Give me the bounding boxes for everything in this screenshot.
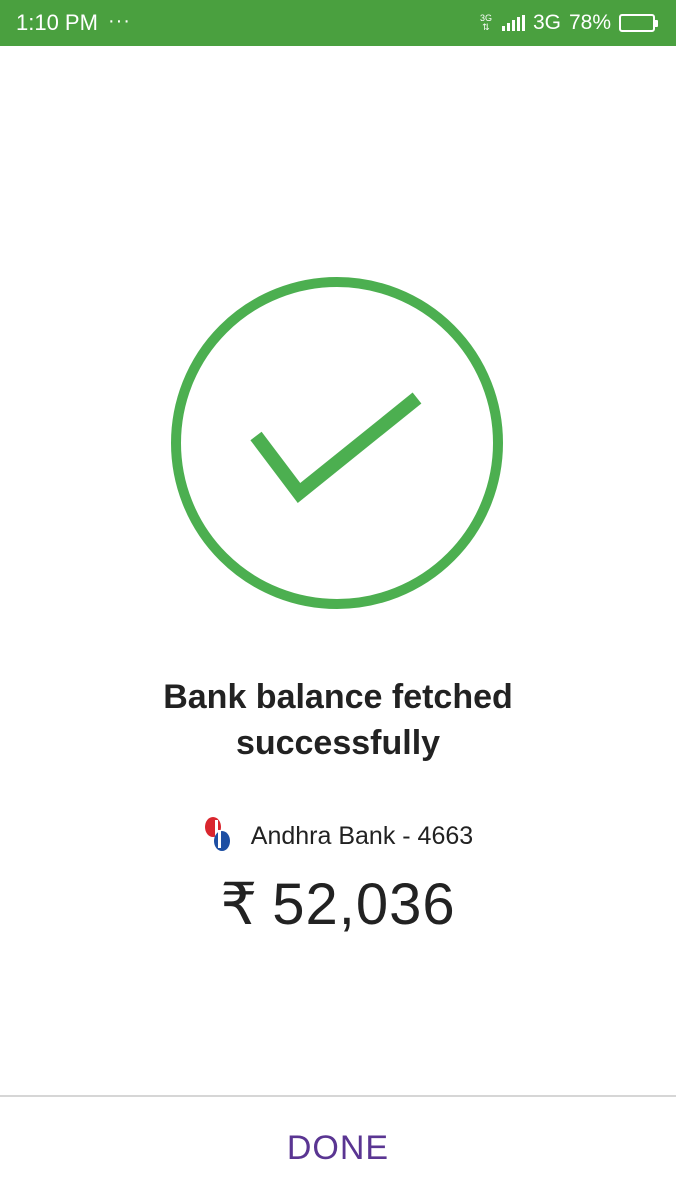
signal-strength-icon — [501, 15, 525, 31]
status-time: 1:10 PM — [16, 10, 98, 35]
data-arrows-icon: ⇅ — [482, 22, 490, 32]
balance-value: 52,036 — [272, 872, 456, 937]
status-left: 1:10 PM ··· — [16, 10, 131, 36]
notification-dots-icon: ··· — [107, 9, 131, 32]
bank-account-label: Andhra Bank - 4663 — [250, 822, 474, 850]
battery-percent: 78% — [568, 11, 611, 34]
data-activity-icon: 3G ⇅ — [480, 14, 492, 32]
success-title-line2: successfully — [235, 724, 441, 762]
bank-account-row: Andhra Bank - 4663 — [0, 814, 676, 859]
check-circle-icon — [171, 277, 503, 609]
success-title: Bank balance fetched successfully — [0, 674, 676, 766]
balance-amount: ₹52,036 — [0, 870, 676, 938]
status-right: 3G ⇅ 3G 78% — [480, 11, 658, 35]
battery-icon — [619, 14, 658, 32]
currency-symbol: ₹ — [220, 872, 259, 937]
success-title-line1: Bank balance fetched — [163, 678, 513, 716]
done-button[interactable]: DONE — [0, 1097, 676, 1200]
network-type: 3G — [532, 11, 561, 34]
success-check-icon — [170, 276, 504, 610]
status-bar: 1:10 PM ··· 3G ⇅ 3G 78% — [0, 0, 676, 46]
andhra-bank-logo-icon — [203, 814, 233, 859]
